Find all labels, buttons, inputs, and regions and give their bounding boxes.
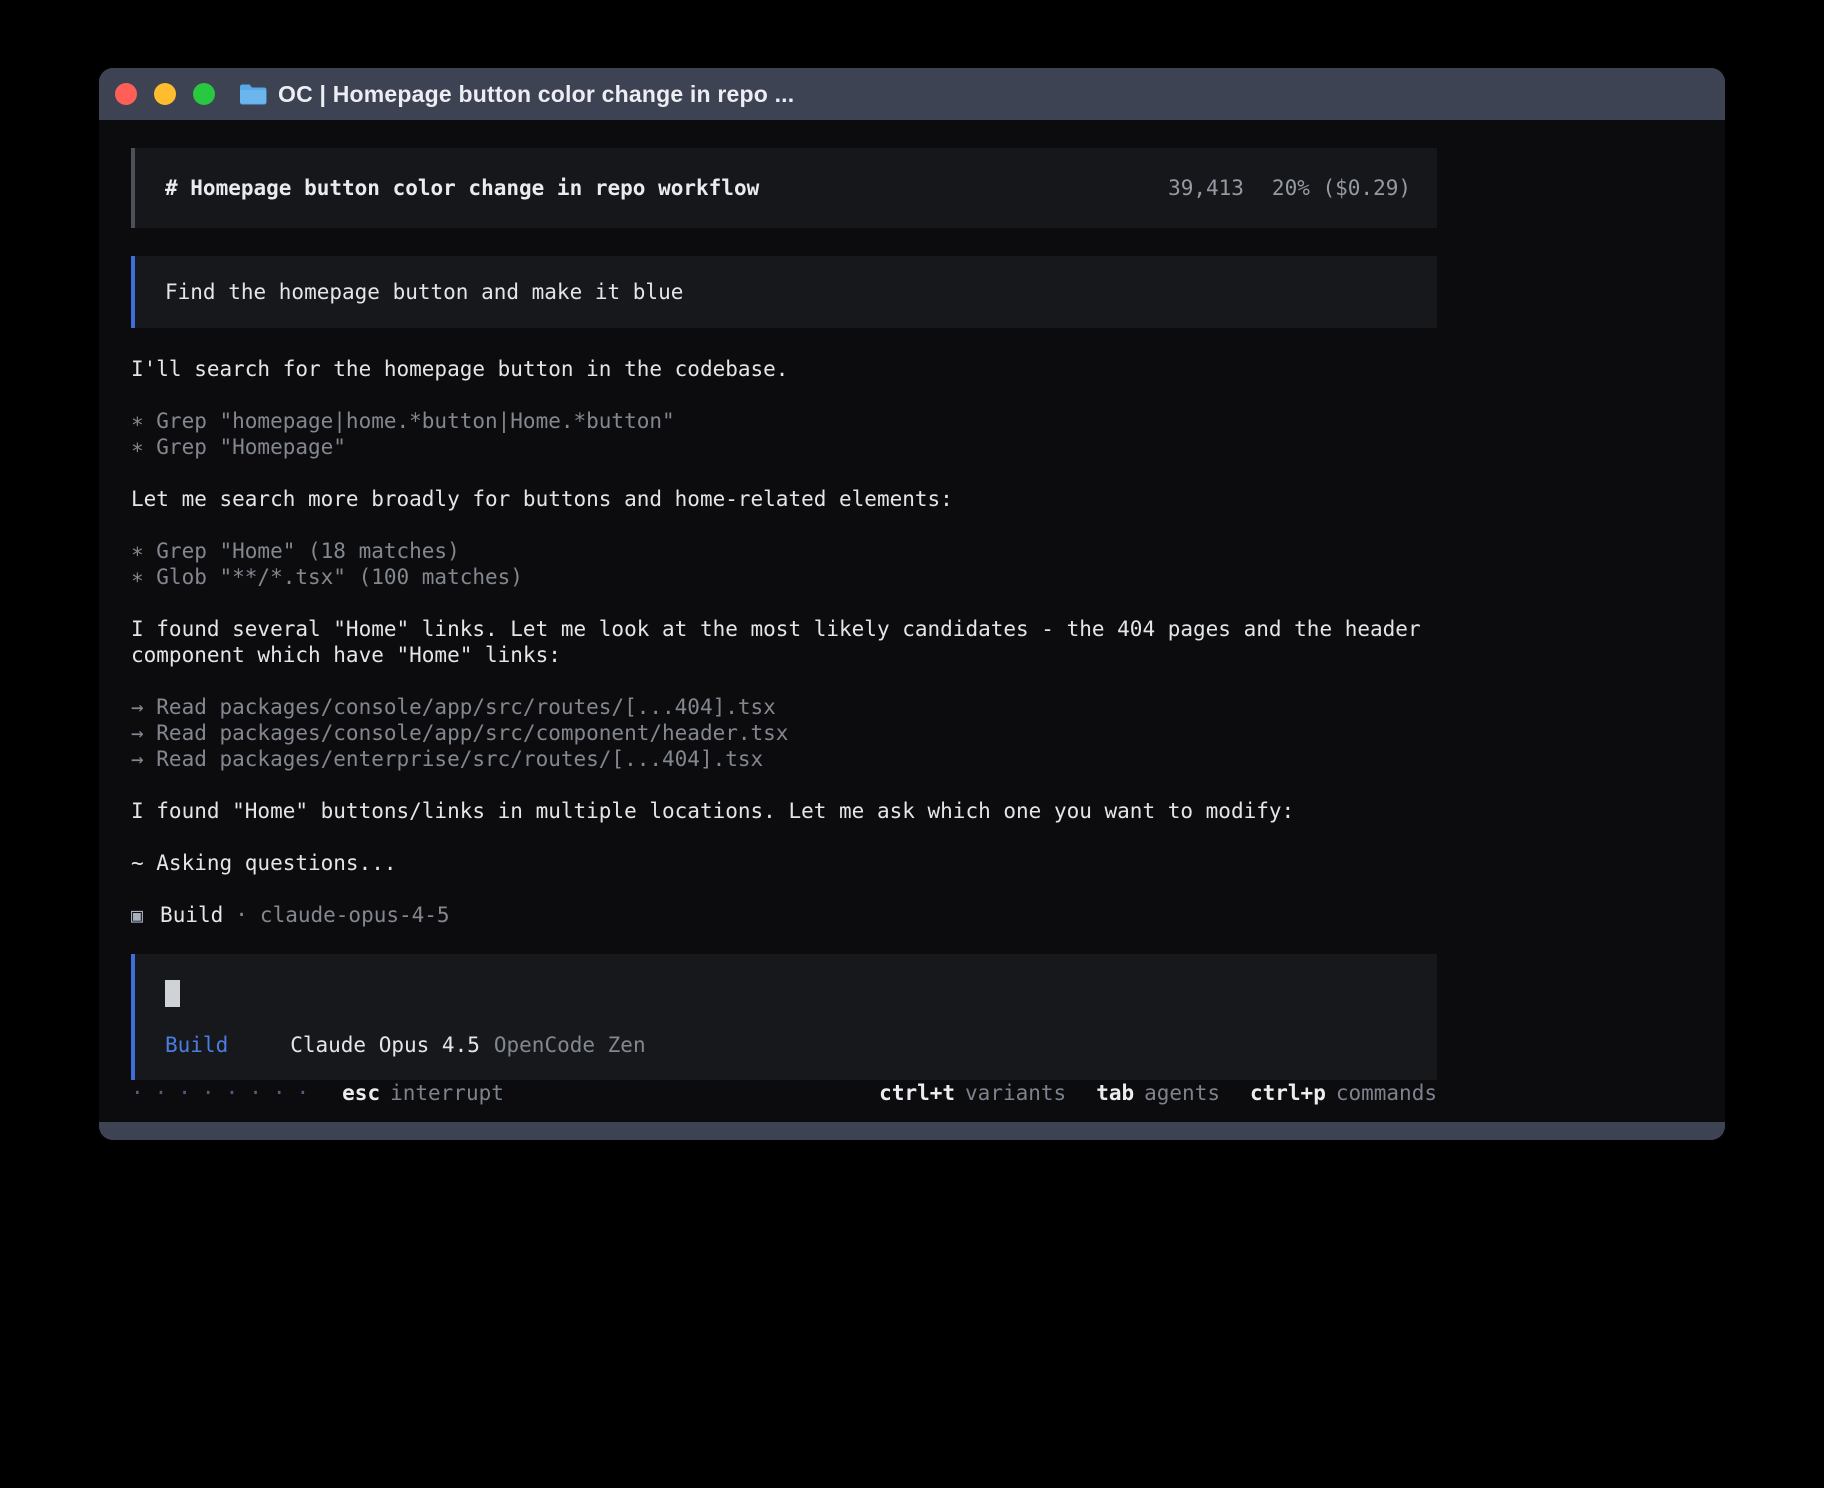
agent-separator: · bbox=[235, 902, 248, 928]
esc-key-hint: esc bbox=[342, 1080, 380, 1106]
user-message-panel: Find the homepage button and make it blu… bbox=[131, 256, 1437, 328]
prompt-input[interactable]: Build Claude Opus 4.5 OpenCode Zen bbox=[131, 954, 1437, 1080]
desktop-background: OC | Homepage button color change in rep… bbox=[0, 0, 1824, 1488]
tool-call-group: ∗ Grep "Home" (18 matches) ∗ Glob "**/*.… bbox=[131, 538, 1437, 590]
tool-call-line: ∗ Grep "homepage|home.*button|Home.*butt… bbox=[131, 408, 1437, 434]
shortcut-agents: tab agents bbox=[1096, 1080, 1220, 1106]
traffic-lights bbox=[115, 83, 215, 105]
assistant-message: I'll search for the homepage button in t… bbox=[131, 356, 1437, 382]
shortcut-key: ctrl+p bbox=[1250, 1080, 1326, 1106]
assistant-status-message: ~ Asking questions... bbox=[131, 850, 1437, 876]
tool-call-group: ∗ Grep "homepage|home.*button|Home.*butt… bbox=[131, 408, 1437, 460]
tool-call-line: → Read packages/console/app/src/routes/[… bbox=[131, 694, 1437, 720]
session-stats: 39,413 20% ($0.29) bbox=[1168, 175, 1411, 201]
model-label: Claude Opus 4.5 bbox=[290, 1032, 480, 1058]
minimize-button[interactable] bbox=[154, 83, 176, 105]
context-usage: 20% ($0.29) bbox=[1272, 175, 1411, 201]
terminal-body: # Homepage button color change in repo w… bbox=[99, 120, 1725, 1122]
transcript: I'll search for the homepage button in t… bbox=[131, 356, 1437, 928]
tool-call-line: ∗ Grep "Home" (18 matches) bbox=[131, 538, 1437, 564]
agent-status-line: ▣ Build · claude-opus-4-5 bbox=[131, 902, 1437, 928]
mode-label: Build bbox=[165, 1032, 228, 1058]
status-right: ctrl+t variants tab agents ctrl+p comman… bbox=[879, 1080, 1437, 1106]
spinner-dots: ········ bbox=[131, 1080, 320, 1106]
token-count: 39,413 bbox=[1168, 175, 1244, 201]
status-bar: ········ esc interrupt ctrl+t variants t… bbox=[131, 1080, 1437, 1106]
shortcut-label: variants bbox=[965, 1080, 1066, 1106]
tool-call-line: ∗ Grep "Homepage" bbox=[131, 434, 1437, 460]
provider-label: OpenCode Zen bbox=[494, 1032, 646, 1058]
shortcut-key: ctrl+t bbox=[879, 1080, 955, 1106]
window-titlebar[interactable]: OC | Homepage button color change in rep… bbox=[99, 68, 1725, 120]
session-header-panel: # Homepage button color change in repo w… bbox=[131, 148, 1437, 228]
tool-call-group: → Read packages/console/app/src/routes/[… bbox=[131, 694, 1437, 772]
assistant-message: Let me search more broadly for buttons a… bbox=[131, 486, 1437, 512]
window-title-group: OC | Homepage button color change in rep… bbox=[239, 81, 794, 108]
tool-call-line: → Read packages/enterprise/src/routes/[.… bbox=[131, 746, 1437, 772]
shortcut-commands: ctrl+p commands bbox=[1250, 1080, 1437, 1106]
window-footer bbox=[99, 1122, 1725, 1140]
prompt-meta: Build Claude Opus 4.5 OpenCode Zen bbox=[165, 1032, 1407, 1058]
shortcut-label: agents bbox=[1144, 1080, 1220, 1106]
tool-call-line: ∗ Glob "**/*.tsx" (100 matches) bbox=[131, 564, 1437, 590]
shortcut-key: tab bbox=[1096, 1080, 1134, 1106]
user-message-text: Find the homepage button and make it blu… bbox=[165, 279, 683, 305]
close-button[interactable] bbox=[115, 83, 137, 105]
agent-status-icon: ▣ bbox=[131, 902, 143, 928]
maximize-button[interactable] bbox=[193, 83, 215, 105]
agent-model: claude-opus-4-5 bbox=[260, 902, 450, 928]
shortcut-variants: ctrl+t variants bbox=[879, 1080, 1066, 1106]
tui-content: # Homepage button color change in repo w… bbox=[131, 148, 1437, 1122]
session-title: # Homepage button color change in repo w… bbox=[165, 175, 759, 201]
window-title: OC | Homepage button color change in rep… bbox=[278, 81, 794, 108]
tool-call-line: → Read packages/console/app/src/componen… bbox=[131, 720, 1437, 746]
text-cursor bbox=[165, 980, 180, 1007]
status-left: ········ esc interrupt bbox=[131, 1080, 504, 1106]
shortcut-label: commands bbox=[1336, 1080, 1437, 1106]
terminal-window: OC | Homepage button color change in rep… bbox=[99, 68, 1725, 1140]
assistant-message: I found several "Home" links. Let me loo… bbox=[131, 616, 1437, 668]
assistant-message: I found "Home" buttons/links in multiple… bbox=[131, 798, 1437, 824]
esc-key-label: interrupt bbox=[390, 1080, 504, 1106]
folder-icon bbox=[239, 83, 267, 105]
agent-name: Build bbox=[160, 902, 223, 928]
